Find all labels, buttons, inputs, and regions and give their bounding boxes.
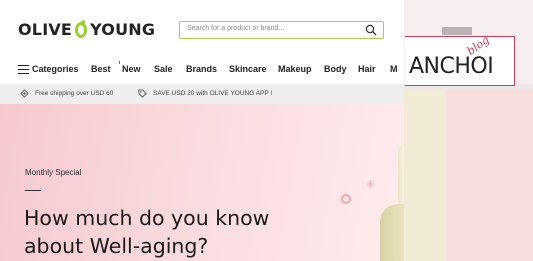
nav-item-best[interactable]: Best (91, 64, 111, 74)
shipping-icon (20, 89, 29, 98)
hero-kicker: Monthly Special (25, 168, 82, 177)
app-promo[interactable]: SAVE USD 20 with OLIVE YOUNG APP ! (138, 89, 272, 98)
watermark-strip (404, 90, 446, 261)
nav-item-more[interactable]: M (390, 64, 398, 74)
new-marker-icon (119, 61, 120, 64)
nav-item-hair[interactable]: Hair (358, 64, 376, 74)
nav-item-new[interactable]: New (119, 61, 141, 74)
tag-icon (138, 89, 147, 98)
hamburger-icon (18, 64, 29, 74)
nav-item-skincare[interactable]: Skincare (229, 64, 267, 74)
nav-item-new-label: New (122, 64, 141, 74)
watermark-logo: ANCHOI (409, 54, 494, 79)
free-shipping-promo: Free shipping over USD 60 (20, 89, 113, 98)
nav-item-body[interactable]: Body (324, 64, 347, 74)
app-promo-text: SAVE USD 20 with OLIVE YOUNG APP ! (153, 90, 273, 97)
search-bar[interactable]: Search for a product or brand... (179, 21, 384, 39)
categories-label: Categories (32, 64, 79, 74)
circle-decoration (341, 194, 351, 204)
watermark-gray-block (442, 27, 472, 35)
hero-divider (25, 190, 41, 191)
search-input[interactable]: Search for a product or brand... (187, 25, 284, 32)
nav-item-sale[interactable]: Sale (154, 64, 173, 74)
hero-title-line1: How much do you know (24, 206, 270, 230)
hero-title: How much do you know about Well-aging? (24, 204, 269, 260)
logo-text-right: YOUNG (90, 20, 156, 39)
olive-leaf-icon (75, 21, 88, 38)
sparkle-icon: ✳ (366, 179, 376, 191)
categories-menu[interactable]: Categories (18, 64, 79, 74)
nav-item-makeup[interactable]: Makeup (278, 64, 312, 74)
olive-young-logo[interactable]: OLIVE YOUNG (18, 20, 155, 39)
logo-text-left: OLIVE (18, 20, 73, 39)
hero-title-line2: about Well-aging? (24, 234, 209, 258)
search-icon[interactable] (365, 24, 377, 36)
shipping-text: Free shipping over USD 60 (35, 90, 114, 97)
nav-item-brands[interactable]: Brands (186, 64, 217, 74)
watermark-panel (446, 90, 533, 261)
